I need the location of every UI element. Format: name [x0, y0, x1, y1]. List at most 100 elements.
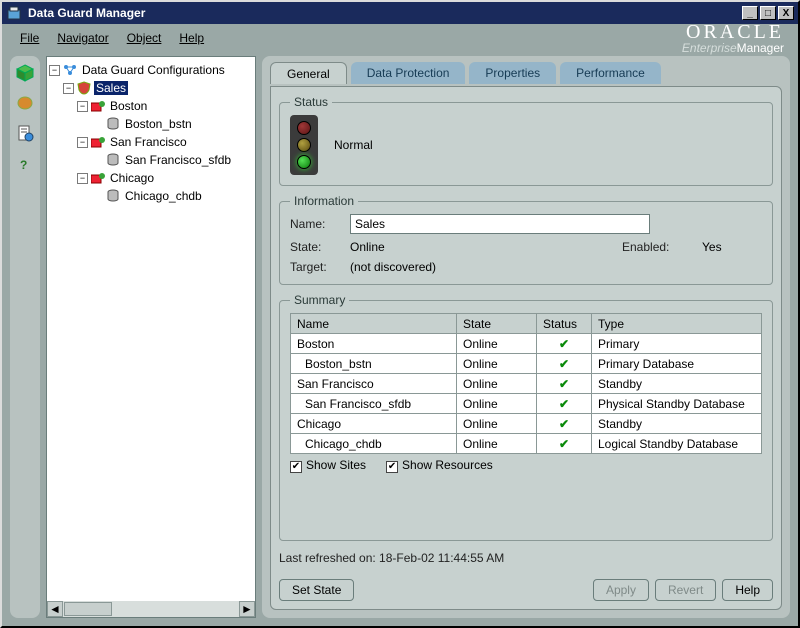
- tree-label: Data Guard Configurations: [80, 63, 227, 77]
- info-enabled-label: Enabled:: [622, 240, 702, 254]
- maximize-button[interactable]: □: [760, 6, 776, 20]
- cell-state: Online: [457, 334, 537, 354]
- col-status[interactable]: Status: [537, 314, 592, 334]
- scroll-right-icon[interactable]: ►: [239, 601, 255, 617]
- toolbar-help-icon[interactable]: ?: [14, 152, 36, 174]
- status-value: Normal: [334, 138, 373, 152]
- revert-button[interactable]: Revert: [655, 579, 716, 601]
- menu-navigator[interactable]: Navigator: [53, 29, 112, 47]
- toolbar-report-icon[interactable]: [14, 122, 36, 144]
- col-name[interactable]: Name: [291, 314, 457, 334]
- cell-type: Logical Standby Database: [592, 434, 762, 454]
- cell-state: Online: [457, 434, 537, 454]
- tree-scroll[interactable]: − Data Guard Configurations − Sales −: [47, 57, 255, 601]
- cell-name: Chicago: [291, 414, 457, 434]
- tree-db-boston[interactable]: Boston_bstn: [49, 115, 253, 133]
- menu-file[interactable]: File: [16, 29, 43, 47]
- set-state-button[interactable]: Set State: [279, 579, 354, 601]
- check-icon: ✔: [543, 397, 585, 411]
- close-button[interactable]: X: [778, 6, 794, 20]
- tab-data-protection[interactable]: Data Protection: [351, 62, 466, 84]
- tab-properties[interactable]: Properties: [469, 62, 556, 84]
- minimize-button[interactable]: _: [742, 6, 758, 20]
- table-row[interactable]: Chicago_chdbOnline ✔ Logical Standby Datab…: [291, 434, 762, 454]
- apply-button[interactable]: Apply: [593, 579, 649, 601]
- show-resources-checkbox[interactable]: Show Resources: [386, 458, 493, 473]
- twisty-icon[interactable]: −: [49, 65, 60, 76]
- toolbar-blob-icon[interactable]: [14, 92, 36, 114]
- site-icon: [90, 135, 106, 149]
- menu-object[interactable]: Object: [123, 29, 166, 47]
- cell-type: Primary: [592, 334, 762, 354]
- tree-db-sf[interactable]: San Francisco_sfdb: [49, 151, 253, 169]
- info-state-value: Online: [350, 240, 622, 254]
- tab-body-general: Status Normal Information Name:: [270, 86, 782, 610]
- show-sites-checkbox[interactable]: Show Sites: [290, 458, 366, 473]
- check-icon: ✔: [543, 437, 585, 451]
- network-icon: [62, 63, 78, 77]
- cell-name: Chicago_chdb: [291, 434, 457, 454]
- info-target-value: (not discovered): [350, 260, 762, 274]
- tree-config[interactable]: − Sales: [49, 79, 253, 97]
- scroll-thumb[interactable]: [64, 602, 112, 616]
- app-window: Data Guard Manager _ □ X File Navigator …: [0, 0, 800, 628]
- status-legend: Status: [290, 95, 332, 109]
- tree-site-chicago[interactable]: − Chicago: [49, 169, 253, 187]
- titlebar: Data Guard Manager _ □ X: [2, 2, 798, 24]
- window-title: Data Guard Manager: [28, 6, 740, 20]
- tree-root[interactable]: − Data Guard Configurations: [49, 61, 253, 79]
- twisty-icon[interactable]: −: [77, 101, 88, 112]
- tree-site-sf[interactable]: − San Francisco: [49, 133, 253, 151]
- check-icon: ✔: [543, 337, 585, 351]
- cell-status: ✔: [537, 334, 592, 354]
- tab-performance[interactable]: Performance: [560, 62, 661, 84]
- tree-site-boston[interactable]: − Boston: [49, 97, 253, 115]
- checkbox-icon: [386, 461, 398, 473]
- tab-general[interactable]: General: [270, 62, 347, 84]
- toolbar-cube-icon[interactable]: [14, 62, 36, 84]
- cell-state: Online: [457, 354, 537, 374]
- info-name-label: Name:: [290, 217, 350, 231]
- database-icon: [105, 117, 121, 131]
- cell-status: ✔: [537, 434, 592, 454]
- twisty-icon[interactable]: −: [63, 83, 74, 94]
- table-row[interactable]: Boston_bstnOnline✔Primary Database: [291, 354, 762, 374]
- scroll-left-icon[interactable]: ◄: [47, 601, 63, 617]
- button-row: Set State Apply Revert Help: [279, 575, 773, 601]
- table-row[interactable]: ChicagoOnline ✔ Standby: [291, 414, 762, 434]
- tree-label: Chicago: [108, 171, 156, 185]
- tree-label: San Francisco_sfdb: [123, 153, 233, 167]
- table-row[interactable]: BostonOnline ✔ Primary: [291, 334, 762, 354]
- cell-type: Standby: [592, 414, 762, 434]
- left-toolbar: ?: [10, 56, 40, 618]
- summary-table: Name State Status Type BostonOnline✔Prim…: [290, 313, 762, 454]
- summary-legend: Summary: [290, 293, 349, 307]
- check-icon: ✔: [543, 417, 585, 431]
- help-button[interactable]: Help: [722, 579, 773, 601]
- info-enabled-value: Yes: [702, 240, 762, 254]
- check-icon: ✔: [543, 357, 585, 371]
- tree-hscrollbar[interactable]: ◄ ►: [47, 601, 255, 617]
- cell-state: Online: [457, 414, 537, 434]
- twisty-icon[interactable]: −: [77, 173, 88, 184]
- checkbox-icon: [290, 461, 302, 473]
- col-type[interactable]: Type: [592, 314, 762, 334]
- table-row[interactable]: San Francisco_sfdbOnline✔Physical Standb…: [291, 394, 762, 414]
- site-icon: [90, 99, 106, 113]
- site-icon: [90, 171, 106, 185]
- col-state[interactable]: State: [457, 314, 537, 334]
- menubar: File Navigator Object Help ORACLE Enterp…: [2, 24, 798, 52]
- menu-help[interactable]: Help: [175, 29, 208, 47]
- cell-status: ✔: [537, 414, 592, 434]
- table-row[interactable]: San FranciscoOnline✔Standby: [291, 374, 762, 394]
- twisty-icon[interactable]: −: [77, 137, 88, 148]
- cell-type: Primary Database: [592, 354, 762, 374]
- tree-label: Chicago_chdb: [123, 189, 204, 203]
- info-target-label: Target:: [290, 260, 350, 274]
- cell-name: Boston: [291, 334, 457, 354]
- check-icon: ✔: [543, 377, 585, 391]
- tree-label: Boston_bstn: [123, 117, 194, 131]
- tree-db-chicago[interactable]: Chicago_chdb: [49, 187, 253, 205]
- client-area: File Navigator Object Help ORACLE Enterp…: [2, 24, 798, 626]
- info-name-input[interactable]: [350, 214, 650, 234]
